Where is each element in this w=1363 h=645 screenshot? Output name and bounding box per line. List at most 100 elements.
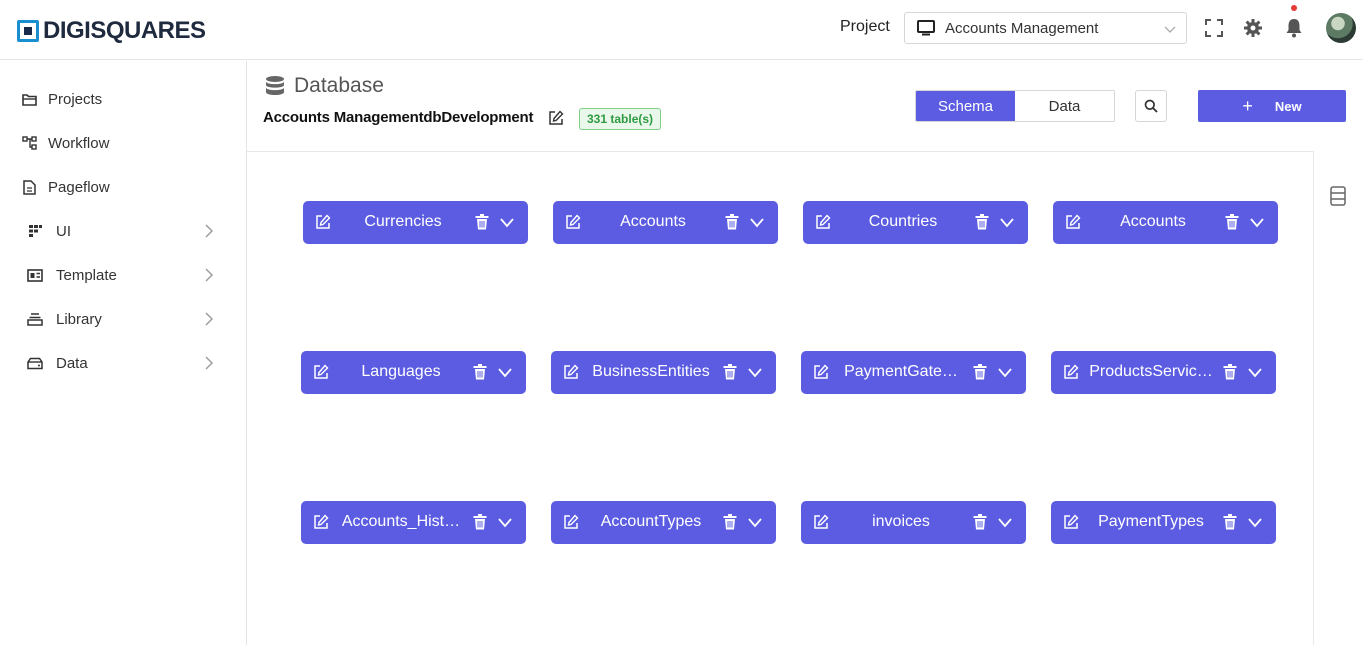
delete-table-button[interactable]	[473, 514, 487, 535]
top-bar: DIGISQUARES Project Accounts Management	[0, 0, 1363, 60]
view-toggle: Schema Data	[915, 90, 1115, 122]
table-card[interactable]: BusinessEntities	[551, 351, 776, 394]
expand-table-button[interactable]	[498, 516, 512, 534]
table-card[interactable]: Currencies	[303, 201, 528, 244]
sidebar-item-label: Projects	[48, 90, 103, 108]
edit-table-button[interactable]	[313, 514, 329, 535]
expand-table-button[interactable]	[750, 216, 764, 234]
table-card[interactable]: PaymentGate…	[801, 351, 1026, 394]
edit-database-name-button[interactable]	[548, 110, 564, 131]
delete-table-button[interactable]	[1223, 514, 1237, 535]
expand-table-button[interactable]	[498, 366, 512, 384]
edit-table-button[interactable]	[565, 214, 581, 235]
sidebar-item-pageflow[interactable]: Pageflow	[0, 169, 246, 205]
search-icon	[1144, 99, 1158, 113]
expand-table-button[interactable]	[1000, 216, 1014, 234]
table-card[interactable]: Accounts	[1053, 201, 1278, 244]
delete-table-button[interactable]	[975, 214, 989, 235]
delete-table-button[interactable]	[973, 514, 987, 535]
sidebar-item-projects[interactable]: Projects	[0, 81, 246, 117]
edit-table-button[interactable]	[815, 214, 831, 235]
delete-table-button[interactable]	[725, 214, 739, 235]
expand-table-button[interactable]	[1250, 216, 1264, 234]
workflow-icon	[21, 135, 37, 151]
trash-icon	[1225, 214, 1239, 230]
sidebar-item-data[interactable]: Data	[0, 345, 246, 381]
table-layout-toggle[interactable]	[1330, 186, 1346, 211]
edit-table-button[interactable]	[1063, 514, 1079, 535]
trash-icon	[723, 364, 737, 380]
avatar[interactable]	[1326, 13, 1356, 43]
table-card-name: PaymentTypes	[1098, 513, 1204, 530]
edit-icon	[314, 364, 329, 379]
chevron-down-icon	[1250, 218, 1264, 228]
brand-logo[interactable]: DIGISQUARES	[17, 17, 206, 45]
table-card-name: Currencies	[364, 213, 442, 230]
table-card[interactable]: invoices	[801, 501, 1026, 544]
tab-schema[interactable]: Schema	[916, 91, 1015, 121]
edit-icon	[316, 214, 331, 229]
table-card[interactable]: ProductsServic…	[1051, 351, 1276, 394]
sidebar-item-library[interactable]: Library	[0, 301, 246, 337]
edit-table-button[interactable]	[1065, 214, 1081, 235]
trash-icon	[723, 514, 737, 530]
search-button[interactable]	[1135, 90, 1167, 122]
chevron-right-icon	[205, 356, 213, 370]
sidebar-item-workflow[interactable]: Workflow	[0, 125, 246, 161]
delete-table-button[interactable]	[475, 214, 489, 235]
table-card[interactable]: Countries	[803, 201, 1028, 244]
expand-table-button[interactable]	[998, 516, 1012, 534]
chevron-down-icon	[1164, 26, 1176, 33]
sidebar-item-ui[interactable]: UI	[0, 213, 246, 249]
data-icon	[27, 355, 43, 371]
notifications-button[interactable]	[1283, 17, 1305, 39]
table-card[interactable]: Languages	[301, 351, 526, 394]
chevron-down-icon	[748, 518, 762, 528]
expand-table-button[interactable]	[1248, 516, 1262, 534]
new-table-button[interactable]: + New	[1198, 90, 1346, 122]
project-select[interactable]: Accounts Management	[904, 12, 1187, 44]
table-card[interactable]: Accounts_Hist…	[301, 501, 526, 544]
expand-table-button[interactable]	[1248, 366, 1262, 384]
expand-table-button[interactable]	[998, 366, 1012, 384]
delete-table-button[interactable]	[1223, 364, 1237, 385]
trash-icon	[475, 214, 489, 230]
tab-data[interactable]: Data	[1015, 91, 1114, 121]
edit-table-button[interactable]	[313, 364, 329, 385]
chevron-down-icon	[1248, 518, 1262, 528]
table-card-name: BusinessEntities	[592, 363, 710, 380]
edit-icon	[314, 514, 329, 529]
edit-table-button[interactable]	[813, 514, 829, 535]
sidebar-item-label: Library	[56, 310, 102, 328]
settings-button[interactable]	[1242, 17, 1264, 39]
delete-table-button[interactable]	[1225, 214, 1239, 235]
chevron-down-icon	[998, 368, 1012, 378]
edit-table-button[interactable]	[813, 364, 829, 385]
edit-table-button[interactable]	[315, 214, 331, 235]
edit-table-button[interactable]	[563, 514, 579, 535]
table-card[interactable]: Accounts	[553, 201, 778, 244]
table-count-badge: 331 table(s)	[579, 108, 662, 130]
ui-grid-icon	[27, 223, 43, 239]
table-card[interactable]: PaymentTypes	[1051, 501, 1276, 544]
edit-icon	[814, 364, 829, 379]
delete-table-button[interactable]	[723, 514, 737, 535]
logo-mark-icon	[17, 20, 39, 42]
expand-table-button[interactable]	[500, 216, 514, 234]
sidebar-item-template[interactable]: Template	[0, 257, 246, 293]
fullscreen-button[interactable]	[1203, 17, 1225, 39]
edit-icon	[564, 514, 579, 529]
expand-table-button[interactable]	[748, 516, 762, 534]
pageflow-icon	[21, 179, 37, 195]
edit-table-button[interactable]	[1063, 364, 1079, 385]
chevron-down-icon	[1248, 368, 1262, 378]
delete-table-button[interactable]	[723, 364, 737, 385]
trash-icon	[1223, 514, 1237, 530]
delete-table-button[interactable]	[973, 364, 987, 385]
chevron-right-icon	[205, 224, 213, 238]
project-select-value: Accounts Management	[945, 19, 1099, 37]
table-card[interactable]: AccountTypes	[551, 501, 776, 544]
expand-table-button[interactable]	[748, 366, 762, 384]
delete-table-button[interactable]	[473, 364, 487, 385]
edit-table-button[interactable]	[563, 364, 579, 385]
